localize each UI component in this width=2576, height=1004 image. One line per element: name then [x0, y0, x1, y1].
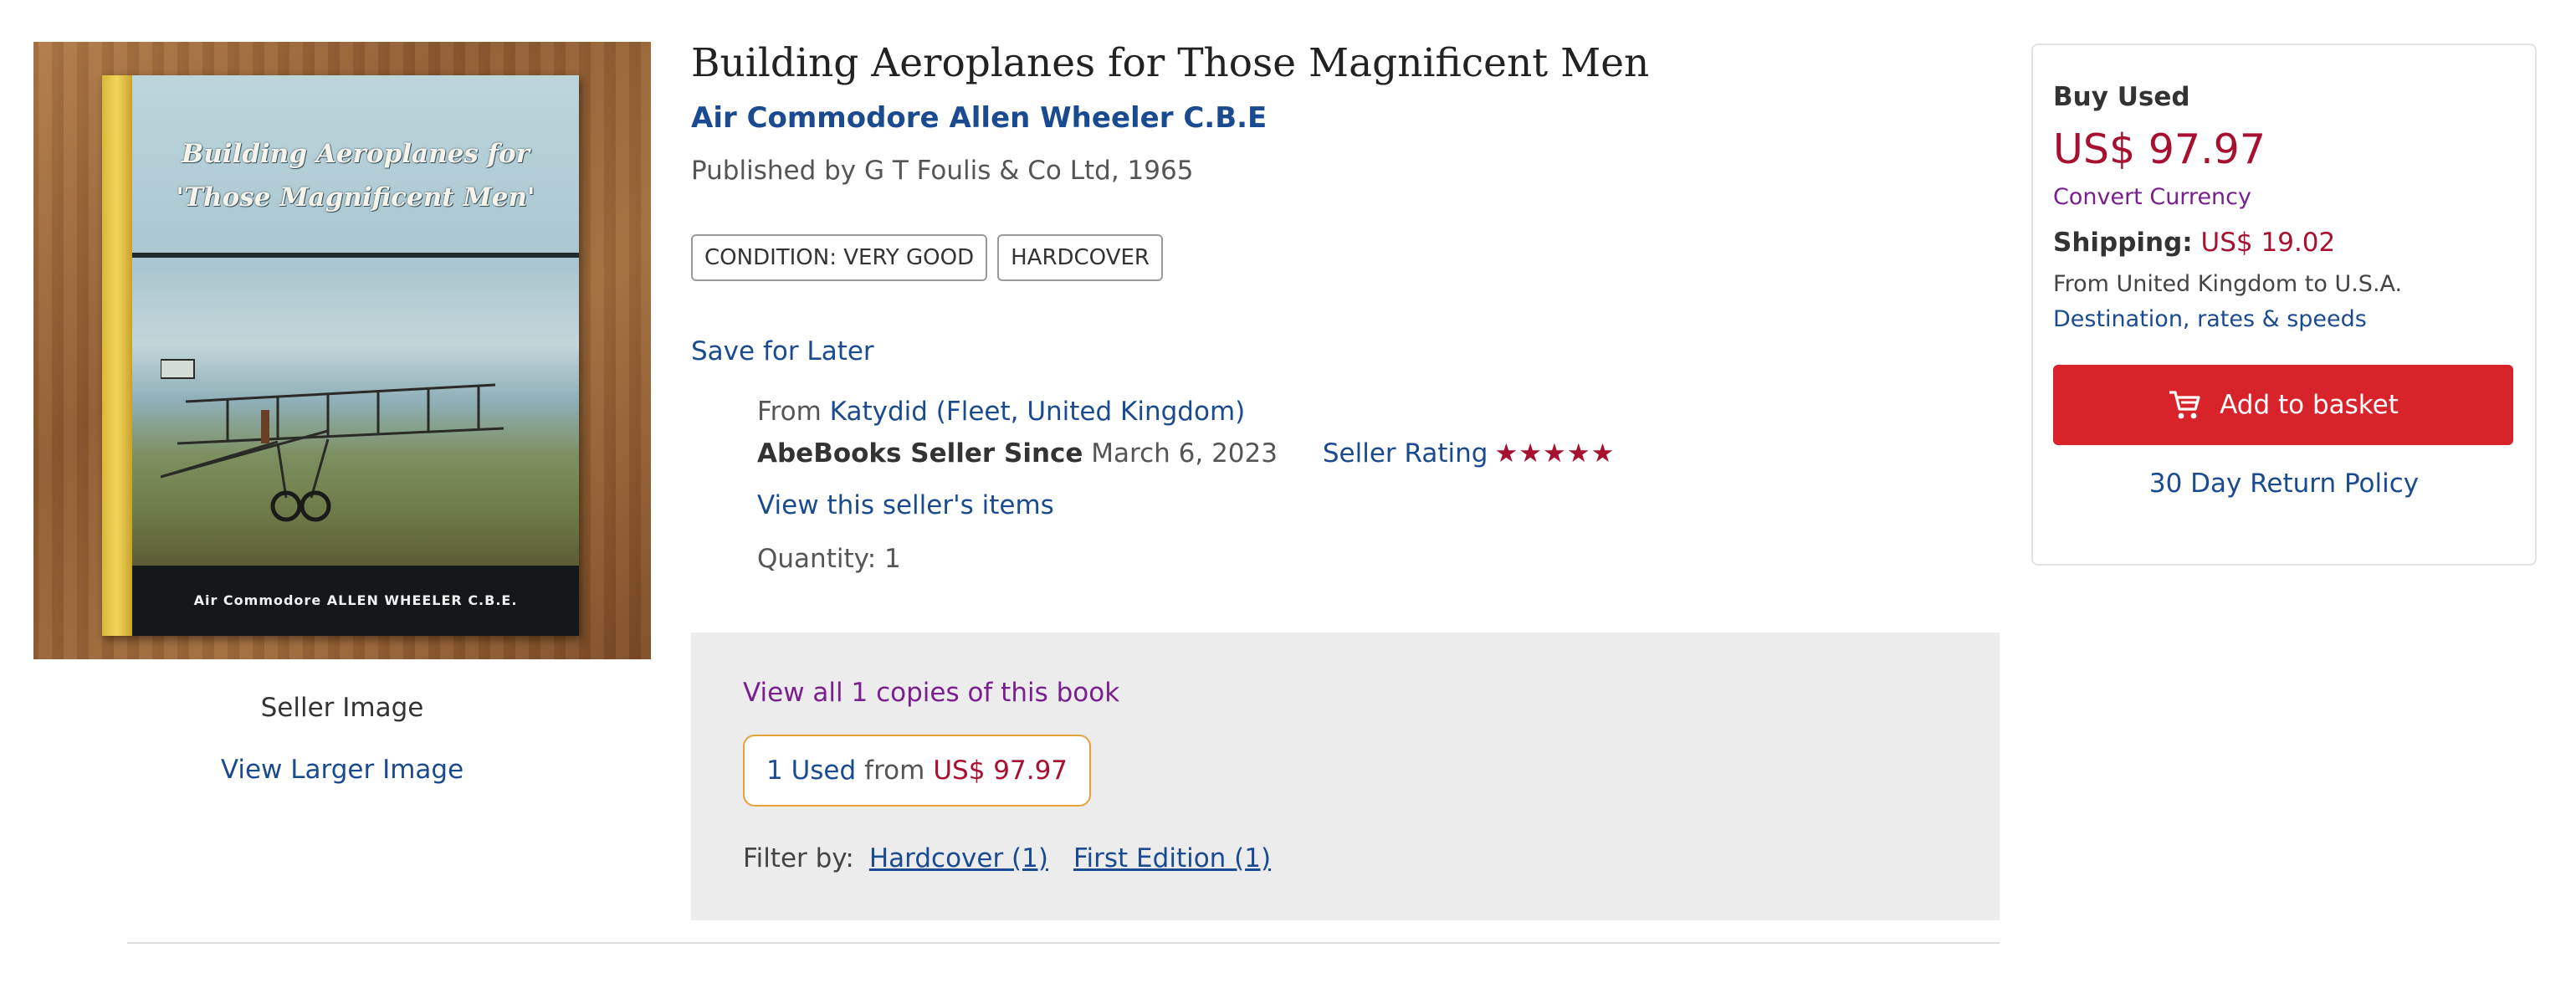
buy-used-heading: Buy Used — [2053, 82, 2190, 112]
seller-since-label: AbeBooks Seller Since — [757, 438, 1083, 469]
binding-tag: HARDCOVER — [997, 234, 1163, 281]
book-cover: Building Aeroplanes for 'Those Magnifice… — [102, 75, 579, 636]
filter-row: Filter by: Hardcover (1) First Edition (1) — [743, 843, 1271, 873]
view-all-copies-link[interactable]: View all 1 copies of this book — [743, 678, 1119, 708]
condition-tag: CONDITION: VERY GOOD — [691, 234, 988, 281]
view-seller-items-link[interactable]: View this seller's items — [757, 490, 1054, 520]
seller-image[interactable]: Building Aeroplanes for 'Those Magnifice… — [33, 42, 651, 659]
cover-divider — [132, 253, 579, 258]
quantity-text: Quantity: 1 — [757, 544, 901, 574]
filter-first-edition-link[interactable]: First Edition (1) — [1073, 843, 1271, 873]
publisher-info: Published by G T Foulis & Co Ltd, 1965 — [691, 156, 1194, 186]
seller-since-row: AbeBooks Seller Since March 6, 2023 Sell… — [757, 438, 1615, 469]
buy-price: US$ 97.97 — [2053, 126, 2266, 173]
cover-author-band: Air Commodore ALLEN WHEELER C.B.E. — [132, 566, 579, 636]
star-icon: ★★★★★ — [1494, 438, 1616, 469]
cover-title: Building Aeroplanes for 'Those Magnifice… — [151, 132, 561, 219]
filter-hardcover-link[interactable]: Hardcover (1) — [869, 843, 1048, 873]
used-from-label: from — [864, 756, 925, 786]
author-link[interactable]: Air Commodore Allen Wheeler C.B.E — [691, 101, 1267, 135]
cart-icon — [2169, 391, 2200, 419]
shipping-row: Shipping: US$ 19.02 — [2053, 228, 2335, 258]
shipping-price: US$ 19.02 — [2200, 228, 2336, 258]
ship-from-text: From United Kingdom to U.S.A. — [2053, 271, 2403, 297]
cover-title-line2: 'Those Magnificent Men' — [176, 182, 535, 213]
cover-title-line1: Building Aeroplanes for — [182, 139, 530, 169]
from-label: From — [757, 397, 822, 427]
seller-name-link[interactable]: Katydid (Fleet, United Kingdom) — [830, 397, 1246, 427]
used-copies-chip[interactable]: 1 Used from US$ 97.97 — [743, 735, 1092, 807]
save-for-later-link[interactable]: Save for Later — [691, 336, 874, 366]
seller-image-label: Seller Image — [260, 693, 424, 723]
destination-rates-link[interactable]: Destination, rates & speeds — [2053, 306, 2367, 332]
seller-since-date: March 6, 2023 — [1091, 438, 1278, 469]
copies-panel: View all 1 copies of this book 1 Used fro… — [691, 633, 2000, 920]
add-to-basket-button[interactable]: Add to basket — [2053, 365, 2513, 445]
add-to-basket-label: Add to basket — [2220, 390, 2399, 420]
convert-currency-link[interactable]: Convert Currency — [2053, 184, 2251, 210]
used-count: 1 Used — [766, 756, 857, 786]
buy-box: Buy Used US$ 97.97 Convert Currency Ship… — [2031, 44, 2537, 566]
return-policy-link[interactable]: 30 Day Return Policy — [2033, 469, 2535, 499]
book-spine — [102, 75, 132, 636]
shipping-label: Shipping: — [2053, 228, 2193, 258]
biplane-illustration — [161, 359, 504, 522]
section-divider — [127, 942, 2000, 944]
seller-rating-link[interactable]: Seller Rating — [1323, 438, 1488, 469]
filter-label: Filter by: — [743, 843, 854, 873]
seller-from-row: From Katydid (Fleet, United Kingdom) — [757, 397, 1245, 427]
used-price: US$ 97.97 — [933, 756, 1068, 786]
view-larger-image-link[interactable]: View Larger Image — [33, 755, 651, 785]
attribute-tags: CONDITION: VERY GOOD HARDCOVER — [691, 234, 1163, 281]
book-title: Building Aeroplanes for Those Magnificen… — [691, 40, 1650, 86]
